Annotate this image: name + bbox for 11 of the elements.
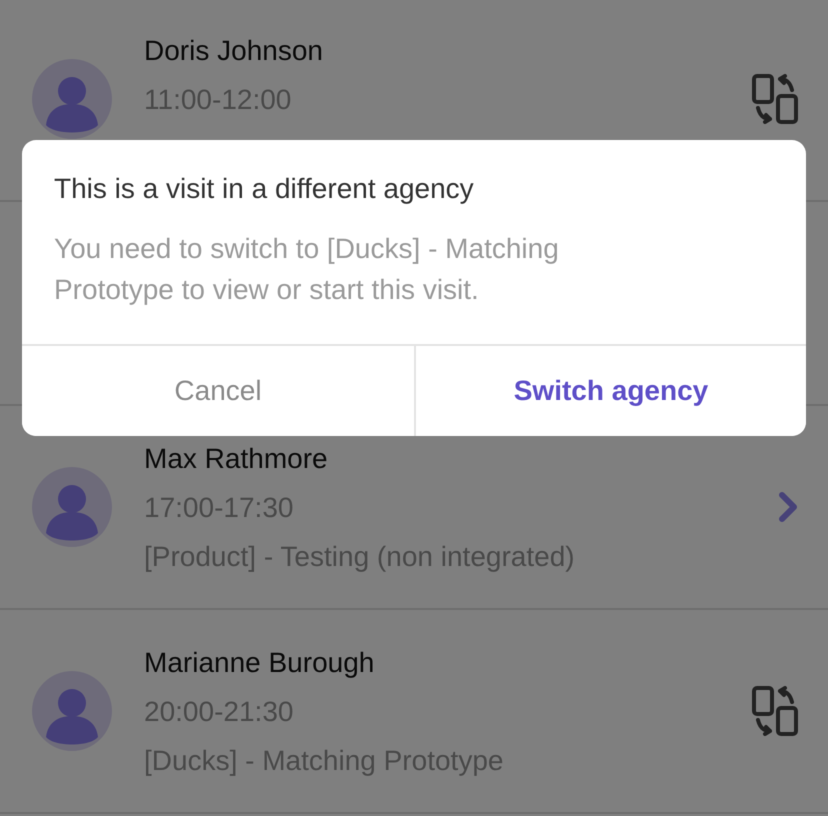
swap-icon[interactable] [752, 74, 798, 124]
chevron-right-icon[interactable] [778, 491, 798, 523]
swap-icon[interactable] [752, 686, 798, 736]
client-name: Doris Johnson [144, 34, 324, 67]
avatar-icon [32, 467, 112, 547]
confirm-button[interactable]: Switch agency [414, 346, 806, 436]
client-name: Max Rathmore [144, 442, 329, 475]
avatar-icon [32, 59, 112, 139]
avatar-icon [32, 671, 112, 751]
dialog-message: You need to switch to [Ducks] - Matching Prototype to view or start this visit. [54, 232, 560, 307]
client-name: Marianne Burough [144, 646, 376, 679]
